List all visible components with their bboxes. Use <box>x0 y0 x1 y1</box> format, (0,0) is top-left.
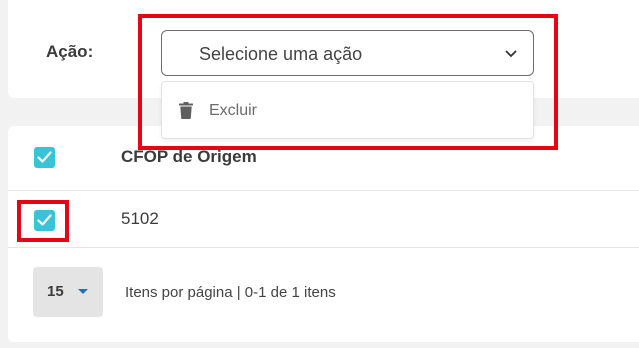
caret-down-icon <box>78 289 88 294</box>
select-all-checkbox[interactable] <box>34 147 55 168</box>
menu-item-excluir-label: Excluir <box>209 102 258 119</box>
pagination-summary: Itens por página | 0-1 de 1 itens <box>125 284 336 301</box>
cell-cfop-origem: 5102 <box>121 209 159 228</box>
menu-item-excluir[interactable]: Excluir <box>162 82 533 138</box>
row-checkbox[interactable] <box>34 210 55 231</box>
action-select[interactable]: Selecione uma ação <box>161 30 534 76</box>
row-divider <box>8 247 639 248</box>
action-label: Ação: <box>46 42 94 61</box>
column-header-cfop-origem[interactable]: CFOP de Origem <box>121 147 257 167</box>
action-select-placeholder: Selecione uma ação <box>199 44 363 64</box>
page-size-select[interactable]: 15 <box>33 267 103 317</box>
trash-icon <box>179 102 193 124</box>
check-icon <box>37 151 52 163</box>
page-size-value: 15 <box>47 283 64 300</box>
chevron-down-icon <box>505 45 517 63</box>
row-divider <box>8 190 639 191</box>
action-dropdown-menu: Excluir <box>161 81 534 139</box>
check-icon <box>37 214 52 226</box>
